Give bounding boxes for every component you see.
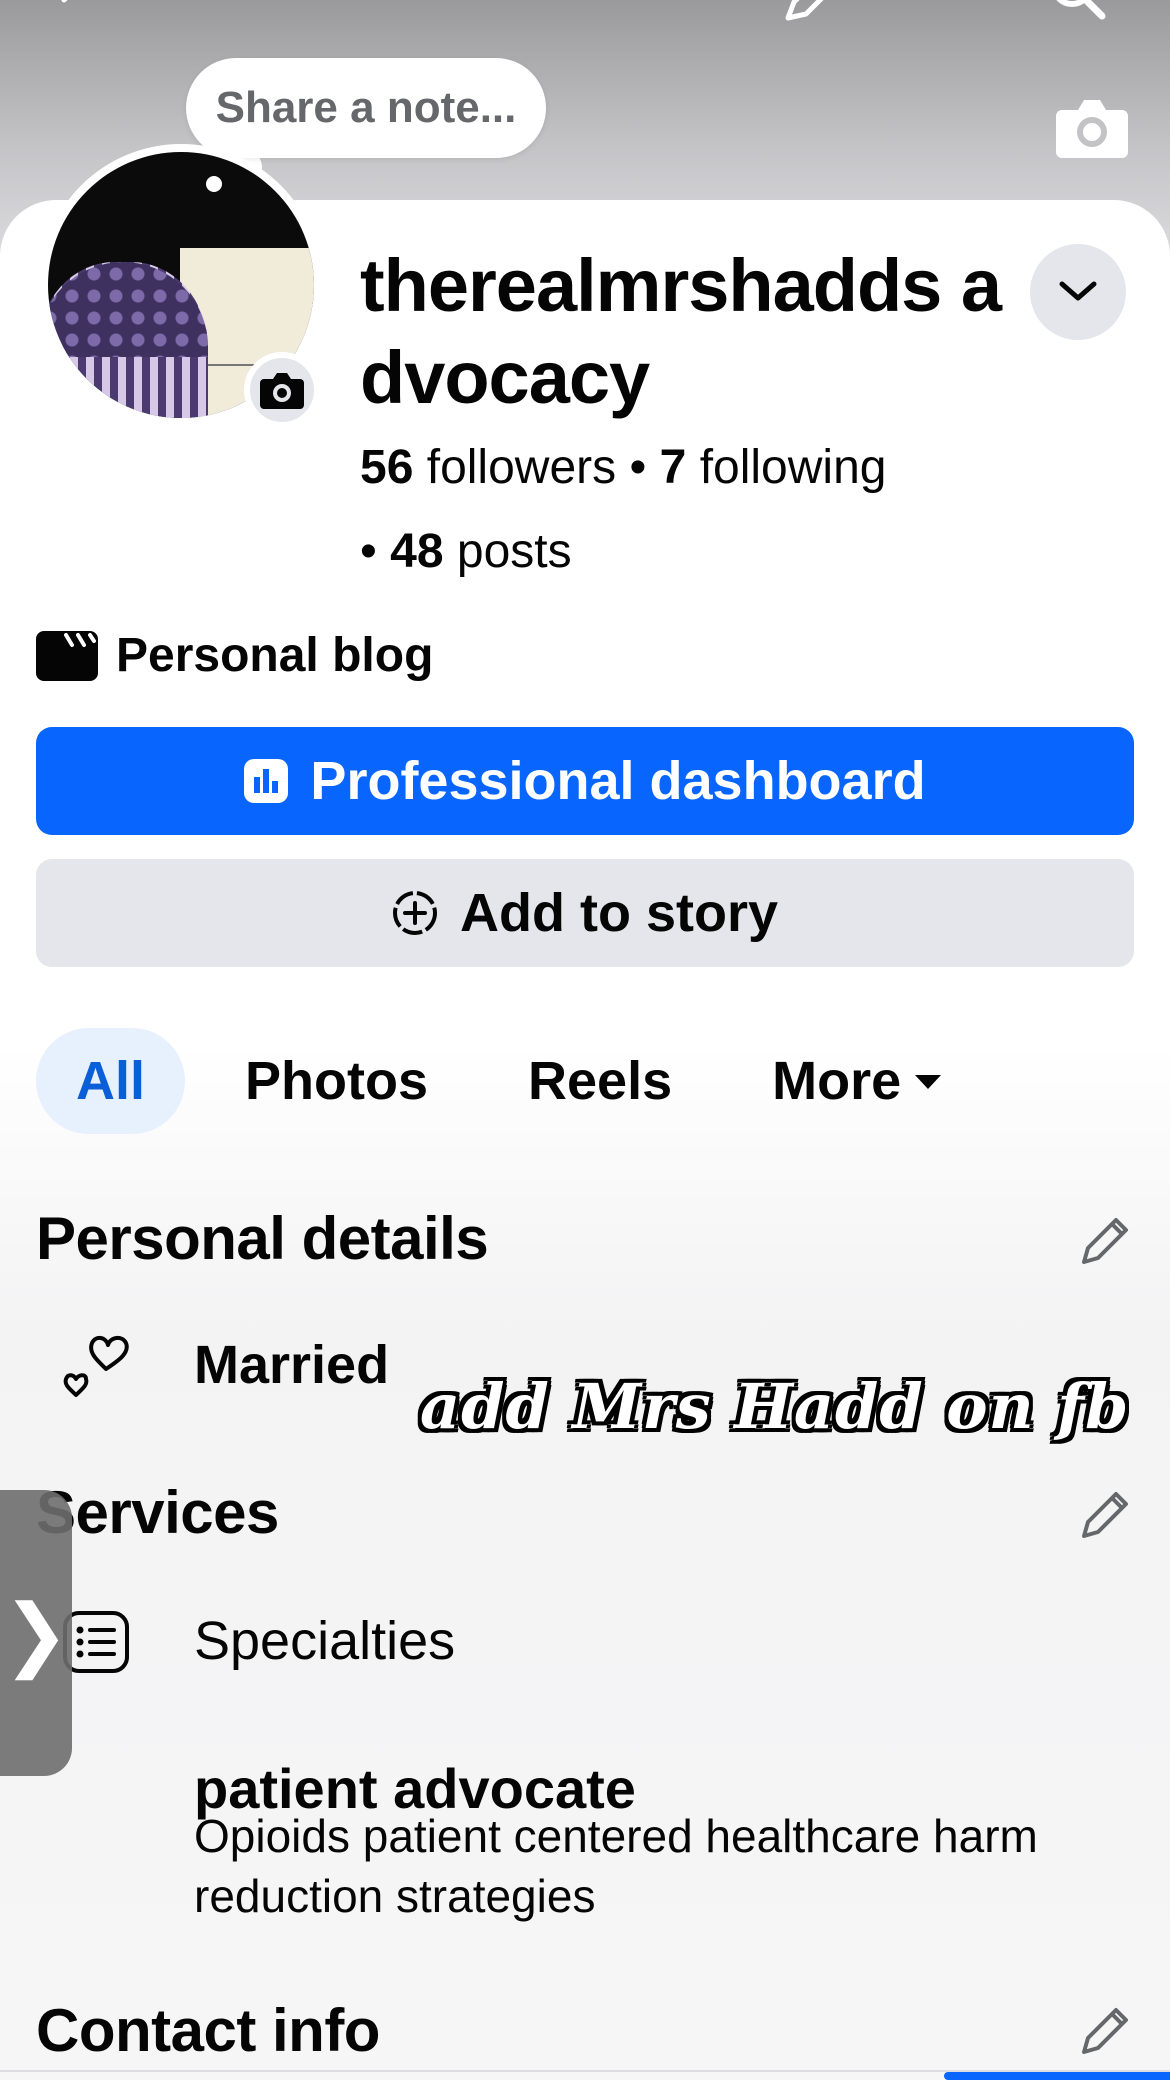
following-stat[interactable]: 7 following bbox=[660, 441, 887, 494]
profile-stats: 56 followers • 7 following • 48 posts bbox=[360, 441, 887, 578]
avatar-camera-button[interactable] bbox=[244, 352, 320, 428]
clapperboard-icon bbox=[36, 630, 98, 681]
search-icon[interactable] bbox=[1044, 0, 1114, 26]
category-label: Personal blog bbox=[116, 629, 434, 682]
bar-chart-icon bbox=[244, 759, 289, 803]
chevron-right-icon: ❯ bbox=[2, 1588, 70, 1678]
services-title: Services bbox=[36, 1479, 279, 1546]
relationship-row: Married bbox=[60, 1330, 389, 1402]
chevron-down-icon bbox=[1059, 281, 1097, 301]
posts-stat: 48 posts bbox=[390, 525, 572, 578]
profile-category: Personal blog bbox=[36, 628, 433, 683]
professional-dashboard-button[interactable]: Professional dashboard bbox=[36, 727, 1134, 835]
overlay-caption: add Mrs Hadd on fb bbox=[420, 1370, 1130, 1443]
pencil-icon[interactable] bbox=[1078, 2004, 1132, 2058]
pencil-icon[interactable] bbox=[780, 0, 840, 24]
tab-all[interactable]: All bbox=[36, 1028, 186, 1134]
camera-icon[interactable] bbox=[1056, 96, 1128, 158]
share-note-bubble[interactable]: Share a note... bbox=[186, 58, 546, 158]
scroll-indicator bbox=[944, 2072, 1170, 2080]
tab-reels[interactable]: Reels bbox=[488, 1028, 712, 1134]
contact-info-title: Contact info bbox=[36, 1997, 380, 2064]
profile-tabs: All Photos Reels More bbox=[36, 1028, 983, 1134]
profile-name: therealmrshadds advocacy bbox=[360, 244, 1002, 419]
add-circle-icon bbox=[393, 891, 437, 935]
note-placeholder: Share a note... bbox=[215, 83, 517, 132]
tab-photos[interactable]: Photos bbox=[205, 1028, 468, 1134]
specialty-description: Opioids patient centered healthcare harm… bbox=[194, 1810, 1038, 1922]
relationship-status: Married bbox=[194, 1335, 390, 1395]
personal-details-title: Personal details bbox=[36, 1205, 489, 1272]
hearts-icon bbox=[63, 1336, 129, 1397]
specialties-label: Specialties bbox=[194, 1611, 456, 1671]
pencil-icon[interactable] bbox=[1078, 1214, 1132, 1268]
caret-down-icon bbox=[915, 1075, 942, 1089]
tab-more[interactable]: More bbox=[732, 1028, 983, 1134]
side-drawer-handle[interactable]: ❯ bbox=[0, 1490, 72, 1776]
list-icon bbox=[63, 1611, 129, 1673]
profile-options-button[interactable] bbox=[1030, 244, 1126, 340]
camera-icon bbox=[260, 373, 304, 409]
add-story-label: Add to story bbox=[460, 883, 778, 943]
followers-stat[interactable]: 56 followers bbox=[360, 441, 616, 494]
back-arrow-icon[interactable] bbox=[52, 0, 92, 20]
dashboard-label: Professional dashboard bbox=[310, 751, 926, 811]
add-to-story-button[interactable]: Add to story bbox=[36, 859, 1134, 967]
pencil-icon[interactable] bbox=[1078, 1488, 1132, 1542]
